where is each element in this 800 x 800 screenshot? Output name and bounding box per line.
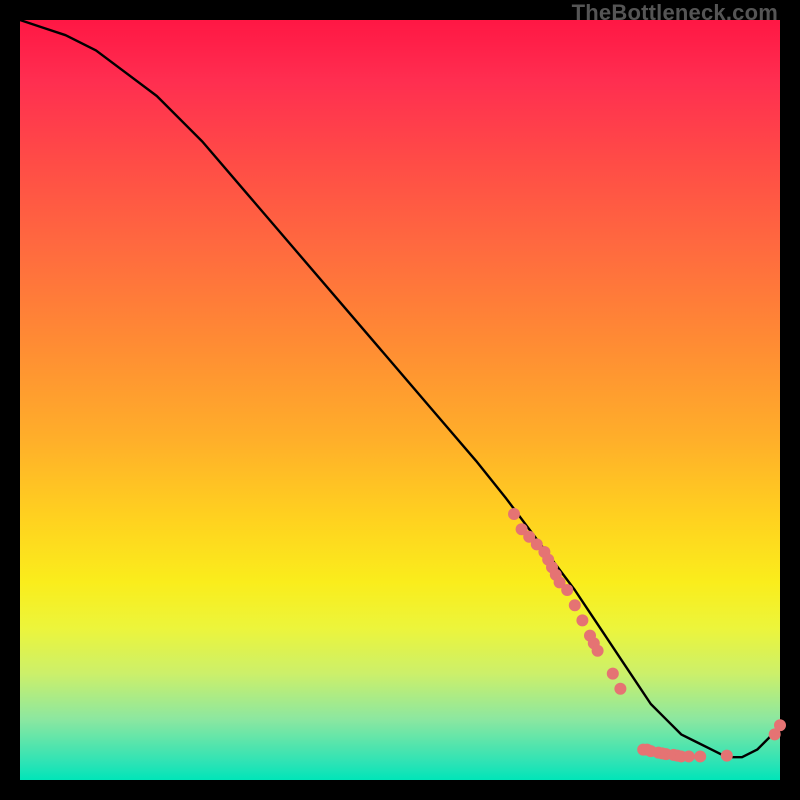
data-marker: [774, 719, 786, 731]
data-marker: [683, 750, 695, 762]
data-marker: [592, 645, 604, 657]
data-marker: [607, 668, 619, 680]
chart-frame: TheBottleneck.com: [0, 0, 800, 800]
chart-overlay: [20, 20, 780, 780]
curve-path-group: [20, 20, 780, 757]
markers-group: [508, 508, 786, 762]
curve-line: [20, 20, 780, 757]
data-marker: [561, 584, 573, 596]
data-marker: [721, 750, 733, 762]
data-marker: [576, 614, 588, 626]
attribution-watermark: TheBottleneck.com: [572, 0, 778, 26]
data-marker: [508, 508, 520, 520]
data-marker: [614, 683, 626, 695]
data-marker: [569, 599, 581, 611]
data-marker: [694, 750, 706, 762]
